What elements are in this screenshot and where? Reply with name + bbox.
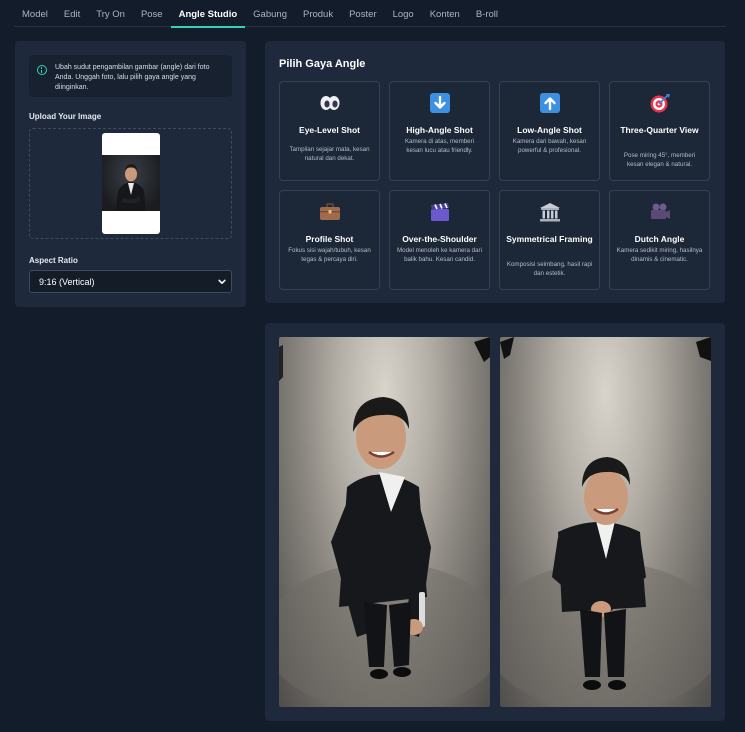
card-title: Three-Quarter View [620, 125, 699, 135]
info-icon [37, 65, 47, 75]
card-description: Kamera sedikit miring, hasilnya dinamis … [616, 247, 703, 263]
tab-produk[interactable]: Produk [295, 0, 341, 27]
card-title: Dutch Angle [634, 234, 685, 244]
card-title: Profile Shot [305, 234, 354, 244]
card-description: Kamera dari bawah, kesan powerful & prof… [512, 138, 587, 154]
info-box: Ubah sudut pengambilan gambar (angle) da… [29, 55, 232, 97]
aspect-ratio-select[interactable]: 9:16 (Vertical) [29, 270, 232, 293]
tab-poster[interactable]: Poster [341, 0, 384, 27]
angle-card-high-angle[interactable]: High-Angle Shot Kamera di atas, memberi … [389, 81, 490, 181]
tab-b-roll[interactable]: B-roll [468, 0, 506, 27]
target-icon [650, 94, 670, 113]
info-text: Ubah sudut pengambilan gambar (angle) da… [55, 64, 210, 91]
chevron-down-icon [218, 279, 226, 284]
clapper-icon [431, 203, 449, 221]
angle-card-three-quarter[interactable]: Three-Quarter View Pose miring 45°, memb… [609, 81, 710, 181]
input-panel: Ubah sudut pengambilan gambar (angle) da… [15, 41, 246, 307]
angle-style-panel: Pilih Gaya Angle Eye-Level Shot Tampilan… [265, 41, 725, 303]
panel-title: Pilih Gaya Angle [279, 58, 366, 70]
tab-edit[interactable]: Edit [56, 0, 88, 27]
result-image[interactable] [279, 337, 490, 707]
angle-card-dutch-angle[interactable]: Dutch Angle Kamera sedikit miring, hasil… [609, 190, 710, 290]
tab-model[interactable]: Model [14, 0, 56, 27]
angle-card-symmetrical-framing[interactable]: Symmetrical Framing Komposisi seimbang, … [499, 190, 600, 290]
card-description: Fokus sisi wajah/tubuh, kesan tegas & pe… [288, 247, 371, 263]
tab-gabung[interactable]: Gabung [245, 0, 295, 27]
card-description: Kamera di atas, memberi kesan lucu atau … [404, 138, 475, 154]
angle-card-over-the-shoulder[interactable]: Over-the-Shoulder Model menoleh ke kamer… [389, 190, 490, 290]
card-description: Model menoleh ke kamera dari balik bahu.… [397, 247, 482, 263]
result-photo-high-angle [279, 337, 490, 707]
up-arrow-icon [540, 93, 560, 113]
tab-try-on[interactable]: Try On [88, 0, 133, 27]
aspect-ratio-label: Aspect Ratio [29, 256, 78, 265]
briefcase-icon [320, 203, 340, 220]
tab-konten[interactable]: Konten [422, 0, 468, 27]
card-description: Pose miring 45°, memberi kesan elegan & … [623, 152, 696, 168]
tab-logo[interactable]: Logo [385, 0, 422, 27]
results-panel [265, 323, 725, 721]
card-description: Komposisi seimbang, hasil rapi dan estet… [506, 261, 593, 277]
card-description: Tampilan sejajar mata, kesan natural dan… [289, 146, 370, 162]
aspect-ratio-value: 9:16 (Vertical) [39, 277, 95, 287]
movie-camera-icon [651, 203, 670, 219]
result-image[interactable] [500, 337, 711, 707]
angle-card-profile[interactable]: Profile Shot Fokus sisi wajah/tubuh, kes… [279, 190, 380, 290]
result-photo-symmetrical [500, 337, 711, 707]
card-title: Eye-Level Shot [299, 125, 360, 135]
angle-card-low-angle[interactable]: Low-Angle Shot Kamera dari bawah, kesan … [499, 81, 600, 181]
card-title: Low-Angle Shot [517, 125, 582, 135]
top-nav: Model Edit Try On Pose Angle Studio Gabu… [14, 0, 726, 28]
down-arrow-icon [430, 93, 450, 113]
upload-dropzone[interactable] [29, 128, 232, 239]
card-title: High-Angle Shot [406, 125, 473, 135]
card-title: Symmetrical Framing [506, 234, 593, 244]
classical-building-icon [540, 203, 560, 222]
card-title: Over-the-Shoulder [402, 234, 477, 244]
tab-pose[interactable]: Pose [133, 0, 171, 27]
uploaded-image-thumbnail [102, 133, 160, 234]
upload-label: Upload Your Image [29, 112, 102, 121]
eyes-icon [320, 96, 340, 110]
angle-card-eye-level[interactable]: Eye-Level Shot Tampilan sejajar mata, ke… [279, 81, 380, 181]
tab-angle-studio[interactable]: Angle Studio [170, 0, 246, 28]
